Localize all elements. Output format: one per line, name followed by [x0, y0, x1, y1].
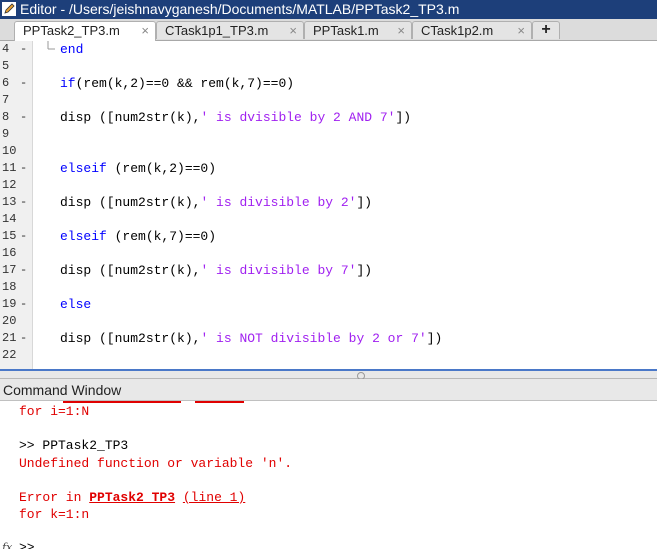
code-line[interactable]: 14 [0, 211, 657, 228]
close-tab-icon[interactable]: × [289, 22, 297, 40]
output-line: for i=1:N [19, 404, 90, 419]
code-text: else [60, 297, 92, 312]
editor-pencil-icon [2, 2, 16, 16]
breakpoint-marker[interactable]: - [20, 41, 27, 58]
tab-ctask1p1-tp3[interactable]: CTask1p1_TP3.m × [156, 21, 304, 39]
new-tab-button[interactable]: + [532, 21, 560, 39]
line-number: 9 [2, 127, 10, 141]
close-tab-icon[interactable]: × [517, 22, 525, 40]
code-line[interactable]: 10 [0, 143, 657, 160]
editor-tab-bar: PPTask2_TP3.m × CTask1p1_TP3.m × PPTask1… [0, 19, 657, 41]
tab-label: CTask1p2.m [421, 23, 494, 38]
code-text: end [60, 42, 84, 57]
code-line[interactable]: 15- elseif (rem(k,7)==0) [0, 228, 657, 245]
line-number: 12 [2, 178, 17, 192]
code-line[interactable]: 4- end [0, 41, 657, 58]
window-title: Editor - /Users/jeishnavyganesh/Document… [20, 1, 460, 17]
tab-label: PPTask1.m [313, 23, 379, 38]
code-line[interactable]: 17- disp ([num2str(k),' is divisible by 7… [0, 262, 657, 279]
line-number: 17 [2, 263, 17, 277]
code-line[interactable]: 20 [0, 313, 657, 330]
tab-label: CTask1p1_TP3.m [165, 23, 269, 38]
code-line[interactable]: 19- else [0, 296, 657, 313]
breakpoint-marker[interactable]: - [20, 228, 27, 245]
code-text: disp ([num2str(k),' is divisible by 7']) [60, 263, 373, 278]
code-line[interactable]: 18 [0, 279, 657, 296]
code-line[interactable]: 8- disp ([num2str(k),' is dvisible by 2 A… [0, 109, 657, 126]
error-file-link[interactable]: PPTask2_TP3 [89, 490, 175, 505]
code-editor[interactable]: 4- end 5 6- if(rem(k,2)==0 && rem(k,7)==0) 7 8… [0, 41, 657, 369]
command-window-title: Command Window [0, 379, 657, 401]
command-window[interactable]: for i=1:N >> PPTask2_TP3 Undefined funct… [0, 401, 657, 549]
code-line[interactable]: 6- if(rem(k,2)==0 && rem(k,7)==0) [0, 75, 657, 92]
line-number: 16 [2, 246, 17, 260]
code-line[interactable]: 12 [0, 177, 657, 194]
error-location-line: Error in PPTask2_TP3 (line 1) [19, 489, 245, 506]
breakpoint-marker[interactable]: - [20, 75, 27, 92]
breakpoint-marker[interactable]: - [20, 194, 27, 211]
line-number: 18 [2, 280, 17, 294]
code-line[interactable]: 16 [0, 245, 657, 262]
breakpoint-marker[interactable]: - [20, 296, 27, 313]
error-message: Undefined function or variable 'n'. [19, 456, 293, 471]
tab-pptask2-tp3[interactable]: PPTask2_TP3.m × [14, 21, 156, 41]
error-in-label: Error in [19, 490, 90, 505]
tab-pptask1[interactable]: PPTask1.m × [304, 21, 412, 39]
command-line: >> PPTask2_TP3 [19, 438, 129, 453]
line-number: 8 [2, 110, 10, 124]
code-line[interactable]: 11- elseif (rem(k,2)==0) [0, 160, 657, 177]
command-prompt[interactable]: >> [19, 540, 35, 549]
plus-icon: + [541, 21, 551, 38]
code-line[interactable]: 21- disp ([num2str(k),' is NOT divisible … [0, 330, 657, 347]
error-code-line: for k=1:n [19, 507, 90, 522]
breakpoint-marker[interactable]: - [20, 160, 27, 177]
pane-splitter[interactable] [0, 369, 657, 380]
breakpoint-marker[interactable]: - [20, 330, 27, 347]
line-number: 6 [2, 76, 10, 90]
close-tab-icon[interactable]: × [141, 22, 149, 40]
code-line[interactable]: 9 [0, 126, 657, 143]
breakpoint-marker[interactable]: - [20, 262, 27, 279]
code-text: elseif (rem(k,2)==0) [60, 161, 217, 176]
code-text: disp ([num2str(k),' is dvisible by 2 AND… [60, 110, 412, 125]
line-number: 11 [2, 161, 17, 175]
breakpoint-marker[interactable]: - [20, 109, 27, 126]
line-number: 19 [2, 297, 17, 311]
error-line-link[interactable]: (line 1) [183, 490, 245, 505]
truncated-underline [195, 401, 244, 403]
line-number: 15 [2, 229, 17, 243]
code-text: if(rem(k,2)==0 && rem(k,7)==0) [60, 76, 295, 91]
close-tab-icon[interactable]: × [397, 22, 405, 40]
code-line[interactable]: 22 [0, 347, 657, 364]
line-number: 22 [2, 348, 17, 362]
line-number: 10 [2, 144, 17, 158]
code-line[interactable]: 13- disp ([num2str(k),' is divisible by 2… [0, 194, 657, 211]
tab-ctask1p2[interactable]: CTask1p2.m × [412, 21, 532, 39]
code-text: disp ([num2str(k),' is NOT divisible by … [60, 331, 443, 346]
code-text: disp ([num2str(k),' is divisible by 2']) [60, 195, 373, 210]
line-number: 13 [2, 195, 17, 209]
code-text: elseif (rem(k,7)==0) [60, 229, 217, 244]
code-line[interactable]: 7 [0, 92, 657, 109]
line-number: 20 [2, 314, 17, 328]
line-number: 7 [2, 93, 10, 107]
tab-label: PPTask2_TP3.m [23, 23, 120, 38]
window-titlebar: Editor - /Users/jeishnavyganesh/Document… [0, 0, 657, 19]
line-number: 5 [2, 59, 10, 73]
line-number: 21 [2, 331, 17, 345]
fx-icon[interactable]: fx [2, 541, 12, 549]
code-line[interactable]: 5 [0, 58, 657, 75]
line-number: 14 [2, 212, 17, 226]
line-number: 4 [2, 42, 10, 56]
